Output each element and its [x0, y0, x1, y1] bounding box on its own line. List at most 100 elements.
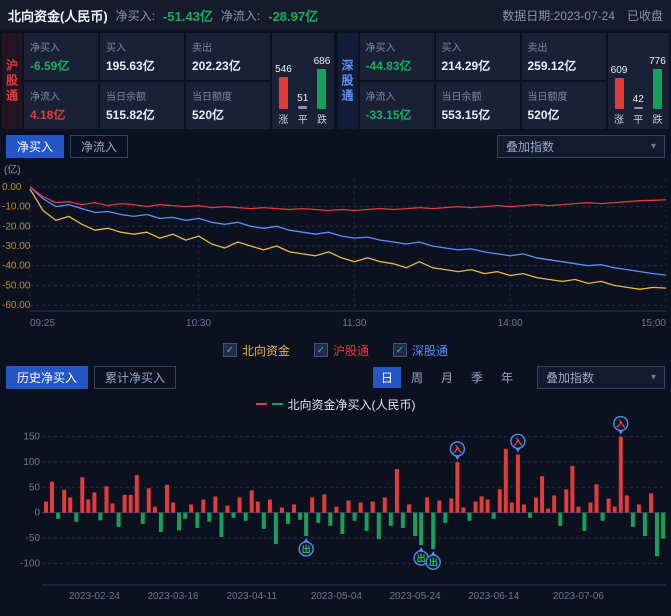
connect-panels: 沪股通 净买入 -6.59亿 买入 195.63亿 卖出 202.23亿 546… [0, 30, 671, 131]
stat-label: 净流入 [30, 88, 92, 103]
legend-label: 沪股通 [333, 342, 369, 359]
stat-label: 当日额度 [192, 88, 264, 103]
net-flow-label: 净流入: [221, 7, 260, 24]
decliners-column: 776 跌 [649, 37, 666, 126]
decliners-bar [653, 69, 662, 109]
history-legend: 北向资金净买入(人民币) [0, 393, 671, 415]
svg-text:0.00: 0.00 [2, 182, 22, 193]
stat-label: 卖出 [528, 39, 600, 54]
tab-net-flow[interactable]: 净流入 [70, 135, 128, 158]
period-day-button[interactable]: 日 [373, 367, 401, 388]
stat-value: 515.82亿 [106, 106, 178, 123]
svg-text:09:25: 09:25 [30, 318, 55, 329]
stat-cell: 买入 214.29亿 [436, 33, 520, 80]
stat-label: 买入 [106, 39, 178, 54]
intraday-toolbar: 净买入 净流入 叠加指数 ▾ [0, 131, 671, 161]
history-toolbar: 历史净买入 累计净买入 日 周 月 季 年 叠加指数 ▾ [0, 361, 671, 393]
period-year-button[interactable]: 年 [493, 367, 521, 388]
advance-decline-chart: 609 涨 42 平 776 跌 [608, 33, 670, 129]
svg-text:10:30: 10:30 [186, 318, 211, 329]
history-legend-label: 北向资金净买入(人民币) [288, 396, 416, 413]
advancers-column: 546 涨 [275, 37, 292, 126]
history-bar-chart[interactable]: 150100500-50-1002023-02-242023-03-162023… [0, 415, 671, 615]
svg-text:11:30: 11:30 [342, 318, 367, 329]
market-status: 已收盘 [627, 7, 663, 24]
advance-decline-chart: 546 涨 51 平 686 跌 [272, 33, 334, 129]
tab-history-net-buy[interactable]: 历史净买入 [6, 366, 88, 389]
tab-net-buy[interactable]: 净买入 [6, 135, 64, 158]
chevron-down-icon: ▾ [651, 372, 656, 383]
legend-toggle-sz-connect[interactable]: ✓ 深股通 [393, 342, 448, 359]
stat-cell: 买入 195.63亿 [100, 33, 184, 80]
flat-bar [634, 107, 643, 109]
svg-text:-10.00: -10.00 [2, 202, 31, 213]
checkbox-checked-icon: ✓ [314, 343, 328, 357]
tab-cumulative-net-buy[interactable]: 累计净买入 [94, 366, 176, 389]
svg-text:-30.00: -30.00 [2, 241, 31, 252]
svg-text:入: 入 [512, 437, 522, 447]
svg-text:50: 50 [29, 482, 41, 493]
stat-value: 520亿 [528, 106, 600, 123]
stat-label: 买入 [442, 39, 514, 54]
stat-value: 553.15亿 [442, 106, 514, 123]
data-date: 数据日期:2023-07-24 [502, 7, 615, 24]
period-quarter-button[interactable]: 季 [463, 367, 491, 388]
svg-text:2023-03-16: 2023-03-16 [147, 591, 199, 602]
decliners-count: 776 [649, 56, 666, 67]
stat-label: 净买入 [366, 39, 428, 54]
chevron-down-icon: ▾ [651, 141, 656, 152]
svg-text:-100: -100 [20, 558, 40, 569]
green-dash-icon [272, 403, 283, 405]
svg-text:0: 0 [34, 508, 40, 519]
svg-text:入: 入 [615, 419, 625, 429]
decliners-label: 跌 [317, 111, 327, 126]
sz-connect-tab: 深股通 [338, 33, 358, 129]
svg-text:出: 出 [417, 553, 426, 564]
stat-cell: 当日额度 520亿 [522, 82, 606, 129]
stat-value: -33.15亿 [366, 106, 428, 123]
flat-label: 平 [298, 111, 308, 126]
flat-count: 42 [633, 94, 644, 105]
stat-cell: 当日额度 520亿 [186, 82, 270, 129]
checkbox-checked-icon: ✓ [393, 343, 407, 357]
stat-value: 259.12亿 [528, 57, 600, 74]
svg-text:2023-05-04: 2023-05-04 [311, 591, 363, 602]
flat-column: 51 平 [297, 37, 308, 126]
flat-bar [298, 106, 307, 109]
svg-text:-40.00: -40.00 [2, 261, 31, 272]
overlay-index-label: 叠加指数 [506, 138, 554, 155]
svg-text:(亿): (亿) [4, 163, 21, 176]
stat-cell: 当日余额 515.82亿 [100, 82, 184, 129]
svg-text:2023-07-06: 2023-07-06 [553, 591, 605, 602]
overlay-index-select[interactable]: 叠加指数 ▾ [537, 366, 665, 389]
stat-value: -44.83亿 [366, 57, 428, 74]
stat-value: 520亿 [192, 106, 264, 123]
svg-text:2023-04-11: 2023-04-11 [226, 591, 277, 602]
stat-label: 当日余额 [106, 88, 178, 103]
svg-text:-20.00: -20.00 [2, 221, 31, 232]
svg-text:2023-02-24: 2023-02-24 [69, 591, 121, 602]
period-month-button[interactable]: 月 [433, 367, 461, 388]
decliners-count: 686 [314, 56, 331, 67]
legend-toggle-northbound[interactable]: ✓ 北向资金 [223, 342, 290, 359]
stat-label: 当日额度 [528, 88, 600, 103]
legend-toggle-sh-connect[interactable]: ✓ 沪股通 [314, 342, 369, 359]
decliners-label: 跌 [652, 111, 662, 126]
advancers-label: 涨 [279, 111, 289, 126]
sh-connect-panel: 沪股通 净买入 -6.59亿 买入 195.63亿 卖出 202.23亿 546… [2, 33, 334, 129]
flat-column: 42 平 [633, 37, 644, 126]
net-flow-value: -28.97亿 [268, 6, 318, 25]
stat-value: 4.18亿 [30, 106, 92, 123]
legend-label: 深股通 [412, 342, 448, 359]
intraday-legend: ✓ 北向资金 ✓ 沪股通 ✓ 深股通 [0, 339, 671, 361]
decliners-column: 686 跌 [314, 37, 331, 126]
stat-value: 195.63亿 [106, 57, 178, 74]
overlay-index-select[interactable]: 叠加指数 ▾ [497, 135, 665, 158]
period-week-button[interactable]: 周 [403, 367, 431, 388]
stat-value: 202.23亿 [192, 57, 264, 74]
svg-text:入: 入 [452, 444, 462, 454]
net-buy-label: 净买入: [116, 7, 155, 24]
stat-label: 净流入 [366, 88, 428, 103]
stat-cell: 净流入 -33.15亿 [360, 82, 434, 129]
intraday-line-chart[interactable]: (亿)09:2510:3011:3014:0015:000.00-10.00-2… [0, 161, 671, 339]
